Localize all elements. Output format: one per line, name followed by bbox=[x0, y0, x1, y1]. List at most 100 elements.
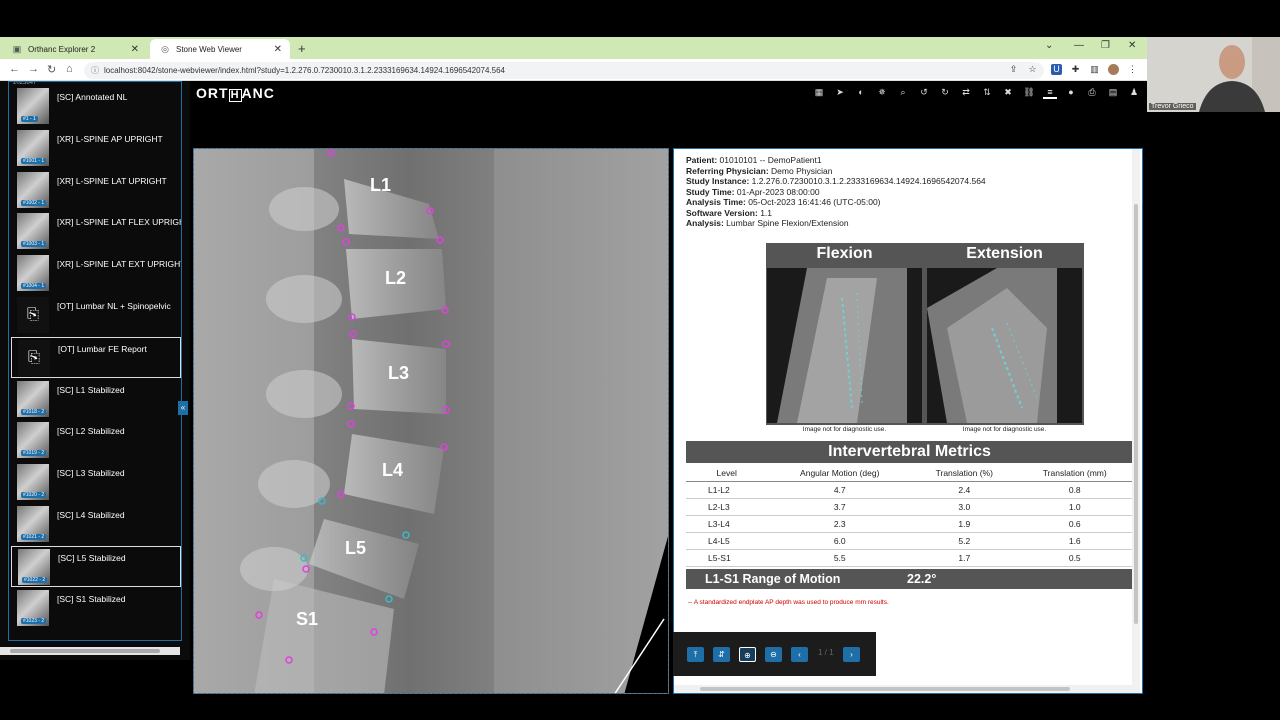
flexion-disclaimer: Image not for diagnostic use. bbox=[802, 426, 887, 433]
table-cell: 1.6 bbox=[1016, 532, 1133, 550]
fit-height-icon[interactable]: ⤒ bbox=[687, 647, 704, 662]
series-thumbnail: #1023 - 2 bbox=[17, 589, 49, 626]
crosshair-icon[interactable]: ✵ bbox=[875, 85, 889, 99]
extension-shield-icon[interactable]: U bbox=[1051, 64, 1062, 75]
flip-vertical-icon[interactable]: ⇅ bbox=[980, 85, 994, 99]
link-icon[interactable]: ⛓ bbox=[1022, 85, 1036, 99]
series-item[interactable]: #1002 - 1 [XR] L-SPINE LAT UPRIGHT bbox=[11, 170, 181, 211]
print-icon[interactable]: ⎙ bbox=[1085, 85, 1099, 99]
reset-icon[interactable]: ✖ bbox=[1001, 85, 1015, 99]
sidebar-panel-icon[interactable]: ▥ bbox=[1089, 64, 1100, 75]
sidebar-horizontal-scrollbar[interactable] bbox=[0, 647, 180, 655]
stone-viewer-app: 2023847 #1 - 1 [SC] Annotated NL #1001 - 1… bbox=[0, 81, 1147, 694]
vertebra-label: L5 bbox=[345, 538, 366, 558]
url-field[interactable]: ⓘ localhost:8042/stone-webviewer/index.h… bbox=[84, 62, 1044, 79]
column-header: Translation (%) bbox=[912, 465, 1017, 482]
home-icon[interactable]: ⌂ bbox=[66, 63, 73, 75]
report-vertical-scrollbar[interactable] bbox=[1132, 149, 1140, 693]
fit-width-icon[interactable]: ⇵ bbox=[713, 647, 730, 662]
contrast-icon[interactable]: ◐ bbox=[854, 85, 868, 99]
flexion-extension-panel: Flexion Extension bbox=[766, 243, 1084, 425]
series-item[interactable]: ⎘ [OT] Lumbar FE Report bbox=[11, 336, 181, 378]
browser-menu-icon[interactable]: ⋮ bbox=[1127, 64, 1138, 75]
info-key: Analysis Time: bbox=[686, 197, 746, 207]
table-row: L5-S1 5.5 1.7 0.5 bbox=[686, 549, 1133, 567]
series-item[interactable]: #1001 - 1 [XR] L-SPINE AP UPRIGHT bbox=[11, 128, 181, 169]
table-row: L2-L3 3.7 3.0 1.0 bbox=[686, 498, 1133, 516]
info-row: Analysis Time: 05-Oct-2023 16:41:46 (UTC… bbox=[686, 197, 1136, 208]
lumbar-xray-image[interactable]: L1 L2 L3 L4 L5 S1 bbox=[194, 149, 669, 694]
series-item[interactable]: #1021 - 2 [SC] L4 Stabilized bbox=[11, 504, 181, 545]
table-cell: 1.0 bbox=[1016, 498, 1133, 516]
table-cell: 4.7 bbox=[767, 481, 913, 499]
series-badge: #1001 - 1 bbox=[21, 157, 47, 164]
close-window-button[interactable]: ✕ bbox=[1128, 40, 1136, 51]
series-badge: #1021 - 2 bbox=[21, 534, 47, 540]
share-icon[interactable]: ⇪ bbox=[1008, 64, 1019, 75]
info-value: 01-Apr-2023 08:00:00 bbox=[736, 186, 820, 197]
series-item[interactable]: #1003 - 1 [XR] L-SPINE LAT FLEX UPRIGH bbox=[11, 211, 181, 252]
tab-stone-web-viewer[interactable]: ◎ Stone Web Viewer ✕ bbox=[150, 39, 290, 59]
info-value: 01010101 -- DemoPatient1 bbox=[719, 155, 822, 165]
close-tab-icon[interactable]: ✕ bbox=[274, 44, 282, 55]
zoom-icon[interactable]: ⌕ bbox=[896, 85, 910, 99]
extensions-puzzle-icon[interactable]: ✚ bbox=[1070, 64, 1081, 75]
xray-viewport[interactable]: L1 L2 L3 L4 L5 S1 bbox=[193, 148, 669, 694]
report-horizontal-scrollbar[interactable] bbox=[674, 685, 1134, 693]
series-thumbnail: #1020 - 2 bbox=[17, 464, 49, 501]
close-tab-icon[interactable]: ✕ bbox=[131, 44, 139, 55]
flip-horizontal-icon[interactable]: ⇄ bbox=[959, 85, 973, 99]
series-item[interactable]: #1004 - 1 [XR] L-SPINE LAT EXT UPRIGHT bbox=[11, 253, 181, 294]
series-item[interactable]: #1022 - 2 [SC] L5 Stabilized bbox=[11, 545, 181, 587]
rotate-left-icon[interactable]: ↺ bbox=[917, 85, 931, 99]
back-icon[interactable]: ← bbox=[9, 63, 20, 75]
series-item[interactable]: #1020 - 2 [SC] L3 Stabilized bbox=[11, 462, 181, 503]
site-info-icon[interactable]: ⓘ bbox=[91, 62, 99, 79]
info-icon[interactable]: ● bbox=[1064, 85, 1078, 99]
vertebra-label: L4 bbox=[382, 460, 403, 480]
table-cell: 0.6 bbox=[1016, 515, 1133, 533]
column-header: Translation (mm) bbox=[1016, 465, 1133, 482]
table-cell: 1.9 bbox=[912, 515, 1017, 533]
layout-grid-icon[interactable]: ▦ bbox=[812, 85, 826, 99]
next-page-icon[interactable]: › bbox=[843, 647, 860, 662]
series-label: [XR] L-SPINE LAT UPRIGHT bbox=[57, 175, 167, 186]
series-item[interactable]: #1019 - 2 [SC] L2 Stabilized bbox=[11, 420, 181, 461]
report-viewport[interactable]: Patient: 01010101 -- DemoPatient1 Referri… bbox=[673, 148, 1143, 694]
download-icon[interactable]: ▤ bbox=[1106, 85, 1120, 99]
info-value: Demo Physician bbox=[771, 165, 833, 176]
profile-avatar[interactable] bbox=[1108, 64, 1119, 75]
info-value: 05-Oct-2023 16:41:46 (UTC-05:00) bbox=[748, 197, 881, 207]
table-cell: L5-S1 bbox=[686, 549, 768, 567]
table-cell: 2.4 bbox=[912, 481, 1017, 499]
pointer-icon[interactable]: ➤ bbox=[833, 85, 847, 99]
series-label: [XR] L-SPINE LAT EXT UPRIGHT bbox=[57, 259, 182, 270]
series-item[interactable]: ⎘ [OT] Lumbar NL + Spinopelvic bbox=[11, 295, 181, 336]
rotate-right-icon[interactable]: ↻ bbox=[938, 85, 952, 99]
series-item[interactable]: #1023 - 2 [SC] S1 Stabilized bbox=[11, 588, 181, 629]
restore-button[interactable]: ❐ bbox=[1101, 40, 1110, 51]
menu-lines-icon[interactable]: ≡ bbox=[1043, 85, 1057, 99]
reload-icon[interactable]: ↻ bbox=[47, 63, 56, 76]
series-label: [SC] S1 Stabilized bbox=[57, 593, 126, 604]
tab-search-chevron-icon[interactable]: ⌄ bbox=[1045, 40, 1053, 51]
info-row: Analysis: Lumbar Spine Flexion/Extension bbox=[686, 218, 1136, 229]
forward-icon[interactable]: → bbox=[28, 63, 39, 75]
zoom-in-icon[interactable]: ⊕ bbox=[739, 647, 756, 662]
series-label: [SC] L5 Stabilized bbox=[58, 552, 126, 563]
series-item[interactable]: #1 - 1 [SC] Annotated NL bbox=[11, 86, 181, 127]
user-icon[interactable]: ♟ bbox=[1127, 85, 1141, 99]
tab-orthanc-explorer[interactable]: ▣ Orthanc Explorer 2 ✕ bbox=[2, 39, 147, 59]
bookmark-star-icon[interactable]: ☆ bbox=[1027, 64, 1038, 75]
previous-page-icon[interactable]: ‹ bbox=[791, 647, 808, 662]
table-cell: L1-L2 bbox=[686, 481, 768, 499]
metrics-title: Intervertebral Metrics bbox=[686, 441, 1133, 463]
new-tab-button[interactable]: + bbox=[298, 41, 306, 56]
series-item[interactable]: #1018 - 2 [SC] L1 Stabilized bbox=[11, 379, 181, 420]
collapse-sidebar-icon[interactable]: « bbox=[178, 401, 188, 415]
minimize-button[interactable]: — bbox=[1074, 40, 1084, 51]
series-badge: #1022 - 2 bbox=[22, 576, 48, 583]
url-text: localhost:8042/stone-webviewer/index.htm… bbox=[104, 66, 505, 75]
zoom-out-icon[interactable]: ⊖ bbox=[765, 647, 782, 662]
table-cell: 5.2 bbox=[912, 532, 1017, 550]
